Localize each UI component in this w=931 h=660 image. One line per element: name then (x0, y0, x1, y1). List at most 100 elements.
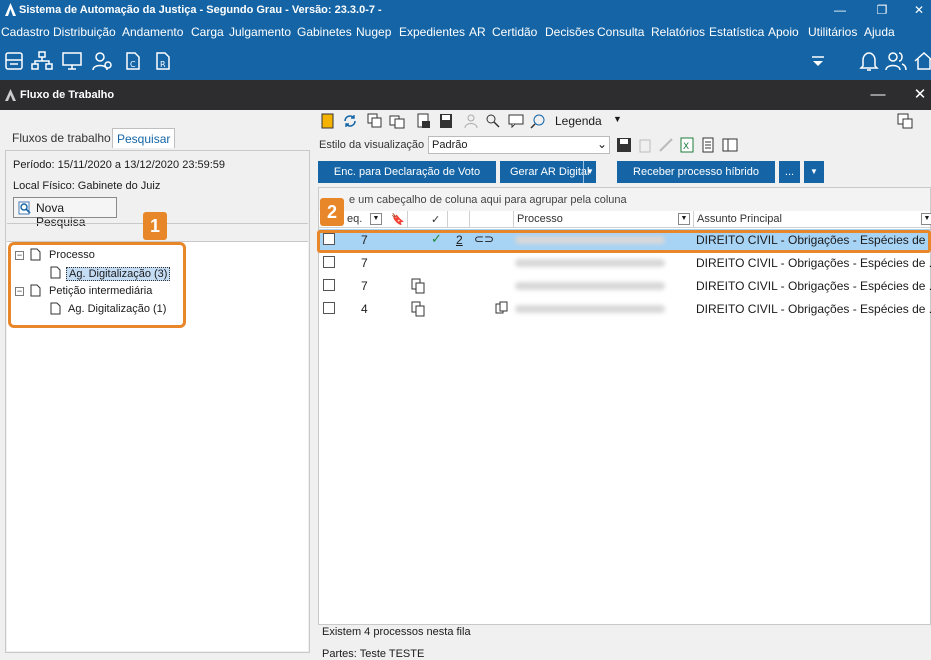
menu-cadastro[interactable]: Cadastro (1, 25, 50, 39)
pencil-icon (659, 138, 673, 152)
column-assunto[interactable]: Assunto Principal (697, 213, 782, 225)
left-panel: Fluxos de trabalho Pesquisar Período: 15… (0, 110, 315, 656)
title-bar: Sistema de Automação da Justiça - Segund… (0, 0, 931, 21)
menu-expedientes[interactable]: Expedientes (399, 25, 465, 39)
menu-certidao[interactable]: Certidão (492, 25, 537, 39)
table-row[interactable]: 7 DIREITO CIVIL - Obrigações - Espécies … (319, 275, 931, 297)
save-icon[interactable] (616, 137, 632, 153)
document-icon[interactable] (700, 137, 716, 153)
document-r-icon[interactable]: R (150, 49, 174, 73)
column-processo[interactable]: Processo (517, 213, 563, 225)
menu-utilitarios[interactable]: Utilitários (808, 25, 857, 39)
message-icon[interactable] (508, 113, 524, 129)
layout-icon[interactable] (897, 113, 913, 129)
menu-julgamento[interactable]: Julgamento (229, 25, 291, 39)
menu-andamento[interactable]: Andamento (122, 25, 183, 39)
menu-gabinetes[interactable]: Gabinetes (297, 25, 352, 39)
menu-ar[interactable]: AR (469, 25, 486, 39)
monitor-icon[interactable] (60, 49, 84, 73)
view-style-value: Padrão (432, 139, 468, 151)
window-close-button[interactable]: ✕ (910, 85, 930, 105)
column-separator (407, 211, 408, 228)
row-checkbox[interactable] (323, 279, 335, 291)
copy-icon[interactable] (367, 113, 383, 129)
bell-icon[interactable] (857, 49, 881, 73)
main-toolbar: C R (0, 42, 931, 80)
table-row[interactable]: 4 DIREITO CIVIL - Obrigações - Espécies … (319, 298, 931, 320)
save-doc-icon[interactable] (438, 113, 454, 129)
legend-menu[interactable]: Legenda (555, 114, 602, 128)
column-seq[interactable]: eq. (347, 213, 362, 225)
menu-decisoes[interactable]: Decisões (545, 25, 594, 39)
bookmark-column-icon[interactable]: 🔖 (391, 213, 405, 226)
column-separator (693, 211, 694, 228)
excel-icon[interactable]: X (679, 137, 695, 153)
legend-caret-icon[interactable]: ▼ (613, 114, 622, 124)
process-number-redacted (515, 259, 665, 267)
menu-carga[interactable]: Carga (191, 25, 224, 39)
svg-text:R: R (160, 60, 166, 69)
document-copy-icon[interactable]: C (120, 49, 144, 73)
processo-filter-icon[interactable]: ▼ (678, 213, 690, 225)
row-seq: 4 (361, 302, 368, 316)
seq-filter-icon[interactable]: ▼ (370, 213, 382, 225)
split-caret-icon[interactable]: ▼ (583, 161, 596, 183)
hierarchy-icon[interactable] (30, 49, 54, 73)
printer-icon[interactable] (2, 49, 26, 73)
gerar-ar-digital-button[interactable]: Gerar AR Digital ▼ (500, 161, 596, 183)
menu-apoio[interactable]: Apoio (768, 25, 799, 39)
more-actions-button[interactable]: ... (779, 161, 800, 183)
row-checkbox[interactable] (323, 256, 335, 268)
restore-button[interactable]: ❐ (872, 2, 892, 18)
tab-pesquisar[interactable]: Pesquisar (112, 128, 176, 148)
menu-ajuda[interactable]: Ajuda (864, 25, 895, 39)
attachment-icon (495, 301, 508, 314)
app-title: Sistema de Automação da Justiça - Segund… (19, 4, 382, 16)
trash-icon (639, 139, 651, 153)
view-style-select[interactable]: Padrão ⌄ (428, 136, 610, 154)
svg-text:C: C (130, 60, 136, 69)
gerar-ar-digital-label: Gerar AR Digital (510, 166, 590, 178)
window-title: Fluxo de Trabalho (20, 89, 115, 101)
receber-processo-hibrido-button[interactable]: Receber processo híbrido (617, 161, 775, 183)
refresh-icon[interactable] (342, 113, 358, 129)
users-icon[interactable] (884, 49, 908, 73)
menu-consulta[interactable]: Consulta (597, 25, 644, 39)
menu-distribuicao[interactable]: Distribuição (53, 25, 116, 39)
duplicate-icon[interactable] (389, 113, 405, 129)
close-button[interactable]: ✕ (909, 2, 929, 18)
row-assunto: DIREITO CIVIL - Obrigações - Espécies de… (696, 256, 931, 270)
new-search-button[interactable]: Nova Pesquisa (13, 197, 117, 229)
window-minimize-button[interactable]: — (868, 85, 888, 105)
magnifier-icon (18, 201, 31, 215)
queue-count-label: Existem 4 processos nesta fila (322, 626, 471, 638)
column-separator (469, 211, 470, 228)
enc-declaracao-voto-button[interactable]: Enc. para Declaração de Voto (318, 161, 496, 183)
row-checkbox[interactable] (323, 302, 335, 314)
menu-nugep[interactable]: Nugep (356, 25, 391, 39)
check-column-icon[interactable]: ✓ (431, 213, 440, 226)
home-icon[interactable] (912, 49, 931, 73)
lock-doc-icon[interactable] (416, 113, 432, 129)
menu-relatorios[interactable]: Relatórios (651, 25, 705, 39)
row-assunto: DIREITO CIVIL - Obrigações - Espécies de… (696, 302, 931, 316)
group-by-hint: e um cabeçalho de coluna aqui para agrup… (319, 188, 930, 211)
assunto-filter-icon[interactable]: ▼ (921, 213, 931, 225)
app-logo-icon (5, 3, 16, 16)
bookmark-icon[interactable] (320, 113, 336, 129)
local-fisico-label: Local Físico: Gabinete do Juiz (13, 180, 161, 192)
overflow-dropdown-button[interactable]: ▼ (804, 161, 824, 183)
table-row[interactable]: 7 DIREITO CIVIL - Obrigações - Espécies … (319, 252, 931, 274)
callout-highlight-2 (317, 230, 931, 253)
user-settings-icon[interactable] (90, 49, 114, 73)
dropdown-arrow-icon[interactable] (806, 49, 830, 73)
column-separator (513, 211, 514, 228)
documents-icon (411, 278, 425, 294)
columns-icon[interactable] (722, 137, 738, 153)
row-seq: 7 (361, 256, 368, 270)
globe-search-icon[interactable] (530, 113, 546, 129)
tab-fluxos-de-trabalho[interactable]: Fluxos de trabalho (8, 128, 115, 148)
search-user-icon[interactable] (485, 113, 501, 129)
menu-estatistica[interactable]: Estatística (709, 25, 764, 39)
minimize-button[interactable]: — (830, 2, 850, 18)
